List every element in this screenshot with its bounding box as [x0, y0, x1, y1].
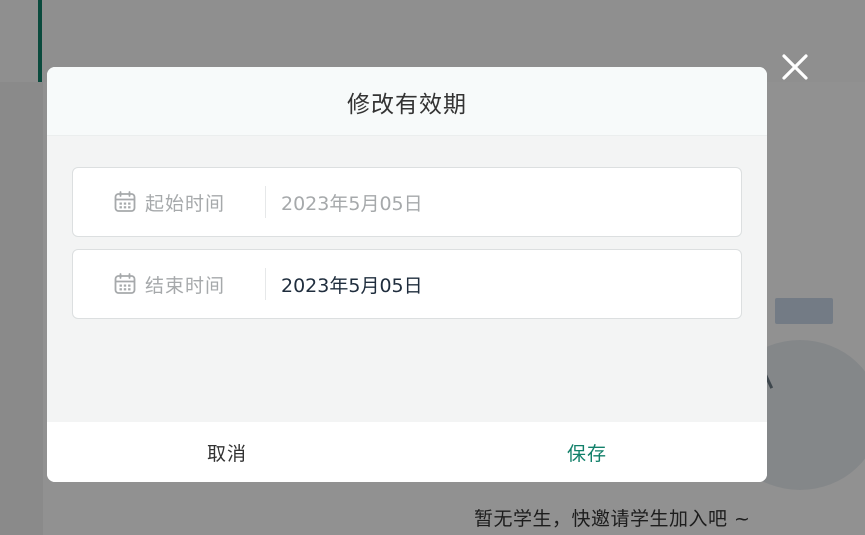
field-divider	[265, 186, 266, 218]
dialog-header: 修改有效期	[47, 67, 767, 136]
start-time-field[interactable]: 起始时间 2023年5月05日	[72, 167, 742, 237]
start-time-label-group: 起始时间	[113, 168, 225, 236]
dialog-footer: 取消 保存	[47, 422, 767, 482]
end-time-label: 结束时间	[145, 274, 226, 297]
close-icon[interactable]	[778, 50, 812, 84]
dialog-title: 修改有效期	[347, 92, 467, 118]
start-time-label: 起始时间	[145, 192, 226, 215]
start-time-value[interactable]: 2023年5月05日	[281, 168, 721, 236]
field-divider	[265, 268, 266, 300]
end-time-label-group: 结束时间	[113, 250, 225, 318]
calendar-icon	[113, 272, 137, 296]
end-time-field[interactable]: 结束时间 2023年5月05日	[72, 249, 742, 319]
edit-validity-dialog: 修改有效期 起始时间 2023年5月05日 结束时间 2023年5月05日 取消…	[47, 67, 767, 482]
cancel-button[interactable]: 取消	[47, 422, 407, 482]
save-button[interactable]: 保存	[407, 422, 767, 482]
calendar-icon	[113, 190, 137, 214]
end-time-value[interactable]: 2023年5月05日	[281, 250, 721, 318]
